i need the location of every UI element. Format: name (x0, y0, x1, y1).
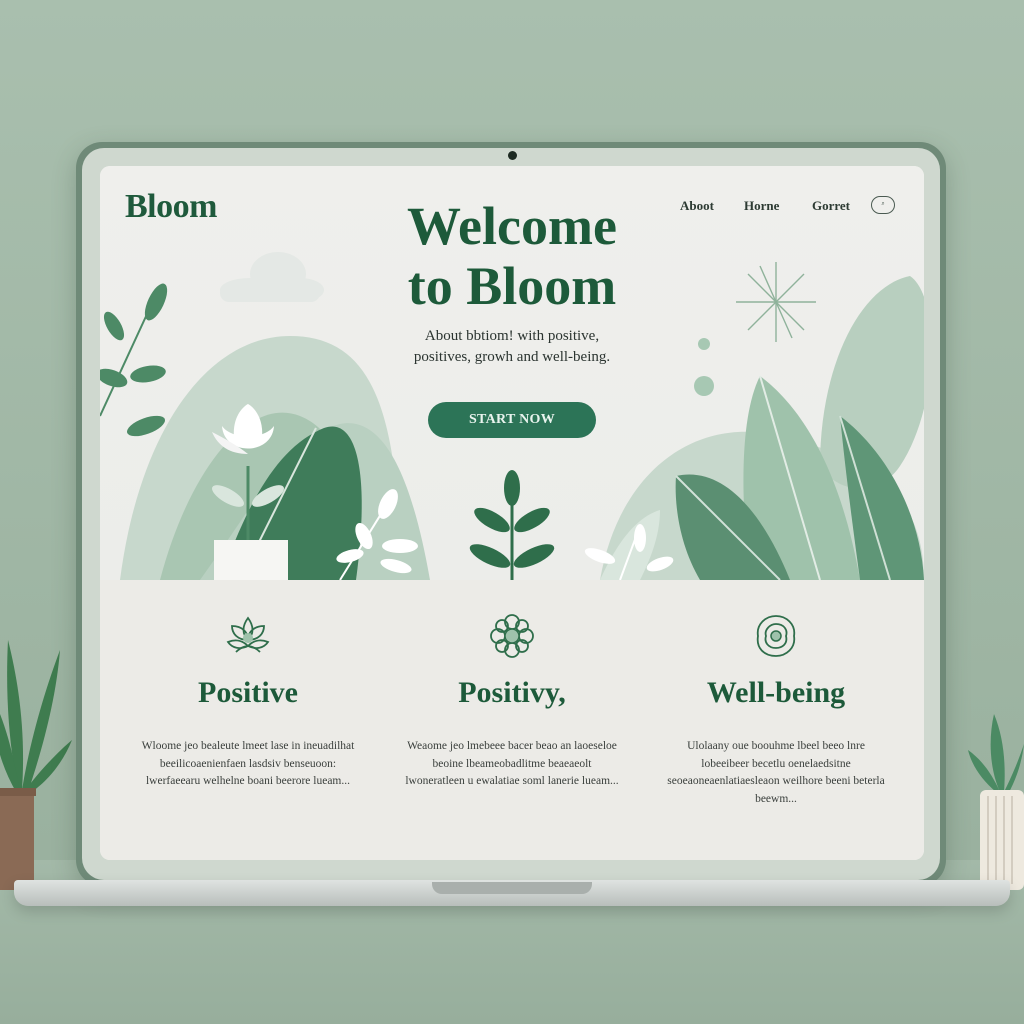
hero-title: Welcome to Bloom (332, 196, 692, 316)
branch-left (100, 283, 168, 437)
brand-logo[interactable]: Bloom (125, 188, 217, 226)
potted-plant-left (0, 640, 72, 890)
feature-text: Weaome jeo lmebeee bacer beao an laoesel… (405, 740, 619, 787)
dot-icon (698, 338, 710, 350)
search-icon[interactable]: ⌕ (871, 196, 895, 214)
dot-icon (694, 376, 714, 396)
lotus-icon (226, 616, 270, 653)
hero-title-line: to Bloom (407, 256, 617, 316)
feature-title: Positive (198, 676, 298, 709)
nav-link-contact[interactable]: Gorret (812, 198, 850, 214)
hero-section: Bloom Aboot Horne Gorret ⌕ Welcome to Bl… (100, 166, 924, 580)
cloud-icon (220, 252, 324, 302)
feature-title: Well-being (706, 676, 846, 709)
flower-icon (490, 614, 534, 658)
sprout-icon (469, 470, 555, 580)
potted-plant-right (968, 714, 1024, 890)
webcam-icon (508, 151, 517, 160)
rose-icon (756, 615, 796, 657)
feature-text: Ulolaany oue boouhme lbeel beeo lnre lob… (667, 740, 885, 805)
feature-title: Positivy, (458, 676, 566, 709)
hero-subtitle-line: positives, growh and well-being. (413, 349, 611, 365)
features-section: Positive Wloome jeo bealeute lmeet lase … (100, 580, 924, 860)
laptop-notch (432, 882, 592, 894)
hero-subtitle-line: About bbtiom! with positive, (424, 328, 600, 344)
start-now-button[interactable]: START NOW (428, 402, 596, 438)
nav-link-home[interactable]: Horne (744, 198, 779, 214)
sparkle-icon (736, 262, 816, 342)
website-screen: Bloom Aboot Horne Gorret ⌕ Welcome to Bl… (100, 166, 924, 860)
feature-text: Wloome jeo bealeute lmeet lase in ineuad… (141, 740, 355, 787)
hero-subtitle: About bbtiom! with positive, positives, … (332, 326, 692, 368)
hero-title-line: Welcome (407, 196, 617, 256)
